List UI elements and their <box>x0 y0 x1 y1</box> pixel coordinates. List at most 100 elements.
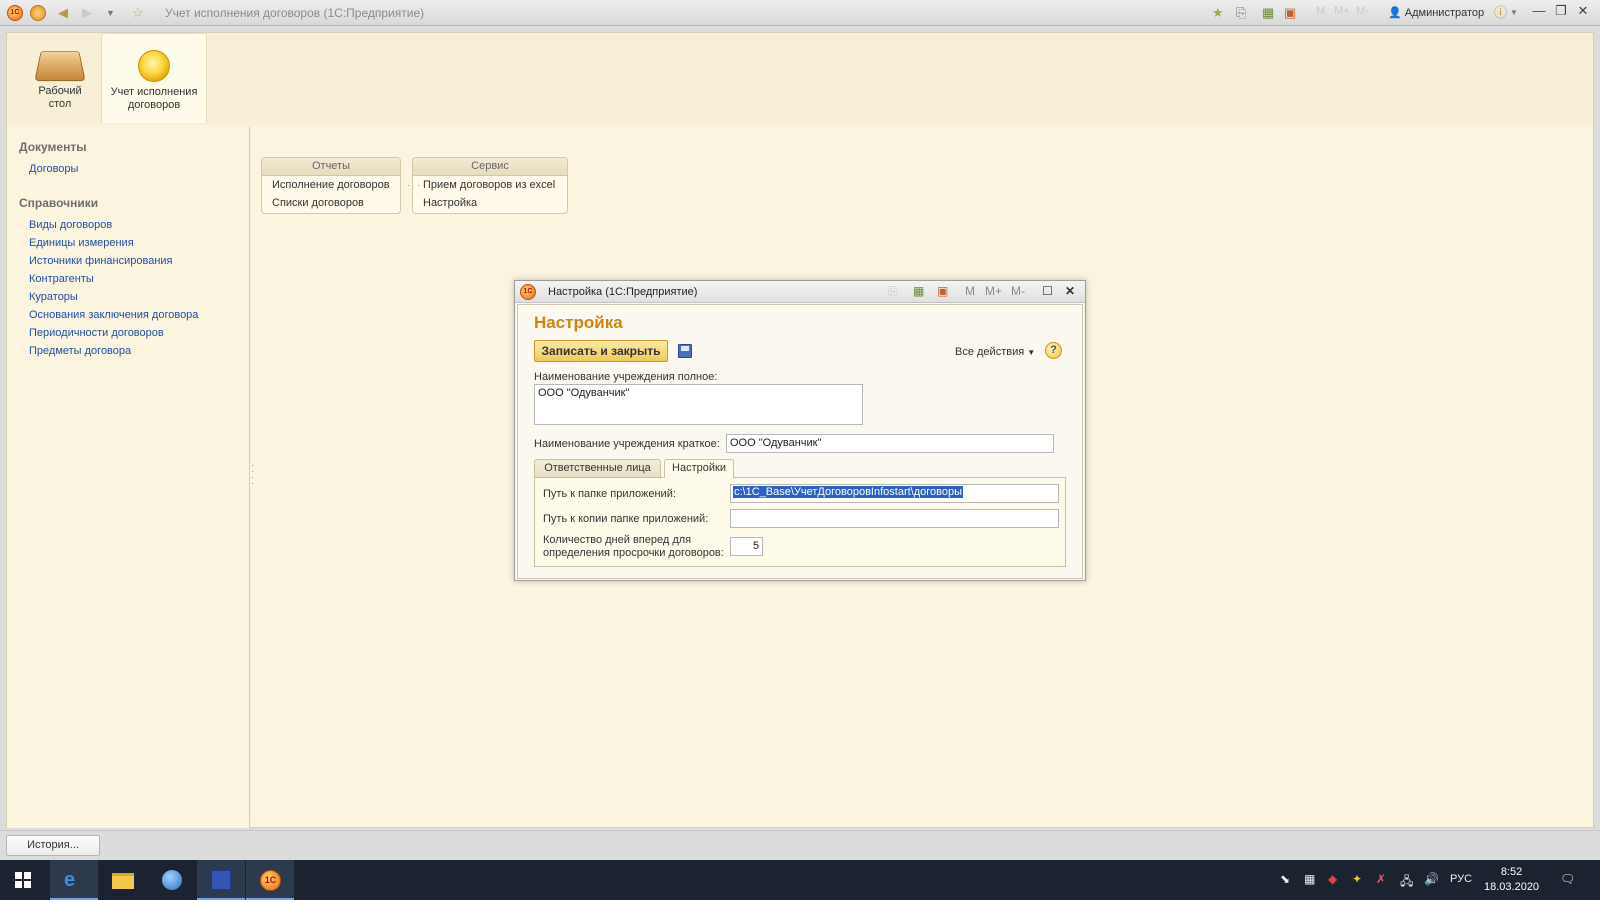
favorites-star-icon[interactable]: ☆ <box>132 4 144 22</box>
clock-date: 18.03.2020 <box>1484 881 1540 893</box>
dialog-memory-mminus-button[interactable]: M- <box>1011 284 1025 298</box>
nav-group-title: Документы <box>19 140 87 154</box>
tab-settings[interactable]: Настройки <box>664 459 734 478</box>
taskbar-1c-icon: 1С <box>260 870 281 891</box>
restore-icon[interactable]: ❐ <box>1552 3 1570 19</box>
folder-icon <box>112 873 134 889</box>
start-button[interactable] <box>0 860 48 900</box>
dialog-memory-m-button[interactable]: M <box>965 284 975 298</box>
add-favorite-icon[interactable]: ★ <box>1212 4 1224 22</box>
current-user[interactable]: 👤 Администратор <box>1388 6 1484 19</box>
dialog-title: Настройка (1С:Предприятие) <box>548 286 698 298</box>
nav-item-counterparties[interactable]: Контрагенты <box>19 270 237 288</box>
splitter-handle[interactable]: · · · <box>407 180 433 191</box>
edge-icon: e <box>64 869 76 891</box>
short-name-label: Наименование учреждения краткое: <box>534 438 720 450</box>
user-icon: 👤 <box>1388 7 1402 19</box>
dialog-link-icon[interactable]: ⎘ <box>888 284 898 299</box>
full-name-field[interactable]: ООО "Одуванчик" <box>534 384 863 425</box>
nav-group-documents: Документы Договоры <box>19 140 237 178</box>
dialog-maximize-icon[interactable]: ☐ <box>1042 284 1053 298</box>
cmd-settings[interactable]: Настройка <box>413 194 567 212</box>
taskbar-app3[interactable] <box>148 860 196 900</box>
volume-icon[interactable]: 🔊 <box>1424 872 1439 886</box>
memory-mminus-button[interactable]: M- <box>1356 5 1369 17</box>
nav-item-contract-types[interactable]: Виды договоров <box>19 216 237 234</box>
language-indicator[interactable]: РУС <box>1450 873 1472 885</box>
1c-logo-icon[interactable]: 1С <box>7 5 23 21</box>
days-label: Количество дней вперед для определения п… <box>543 534 724 560</box>
section-contracts[interactable]: Учет исполнения договоров <box>101 33 207 123</box>
nav-item-periodicities[interactable]: Периодичности договоров <box>19 324 237 342</box>
section-contracts-label: Учет исполнения договоров <box>110 86 198 111</box>
save-disk-icon[interactable] <box>678 344 692 358</box>
network-icon[interactable]: 🖧 <box>1400 872 1413 893</box>
days-label-line-2: определения просрочки договоров: <box>543 547 724 559</box>
all-actions-menu[interactable]: Все действия ▼ <box>955 346 1035 358</box>
calendar-icon[interactable]: ▣ <box>1284 4 1296 22</box>
taskbar-1c[interactable]: 1С <box>246 860 294 900</box>
forward-arrow-icon[interactable]: ▶ <box>82 4 92 22</box>
window-title: Учет исполнения договоров (1С:Предприяти… <box>165 6 425 20</box>
cmd-import-excel[interactable]: Прием договоров из excel <box>413 176 567 194</box>
memory-mplus-button[interactable]: M+ <box>1334 5 1350 17</box>
nav-item-funding-sources[interactable]: Источники финансирования <box>19 252 237 270</box>
tray-app-icon[interactable]: ⬊ <box>1280 872 1290 886</box>
nav-item-curators[interactable]: Кураторы <box>19 288 237 306</box>
contracts-section-icon <box>138 50 170 82</box>
windows-taskbar: e 1С ⬊ ▦ ◆ ✦ ✗ 🖧 🔊 РУС 8:52 18.03.2020 🗨 <box>0 860 1600 900</box>
cmd-contract-execution[interactable]: Исполнение договоров <box>262 176 400 194</box>
main-menu-icon[interactable] <box>30 5 46 21</box>
status-bar: История... <box>0 830 1600 858</box>
tray-grid-icon[interactable]: ▦ <box>1304 872 1315 886</box>
help-icon[interactable]: ? <box>1045 342 1062 359</box>
nav-item-contracts[interactable]: Договоры <box>19 160 237 178</box>
minimize-icon[interactable]: — <box>1530 3 1548 18</box>
floppy-icon <box>211 870 231 890</box>
info-icon[interactable]: ⓘ <box>1494 4 1507 22</box>
cmd-contract-lists[interactable]: Списки договоров <box>262 194 400 212</box>
info-dropdown-icon[interactable]: ▼ <box>1510 4 1518 22</box>
back-arrow-icon[interactable]: ◀ <box>58 4 68 22</box>
full-name-label: Наименование учреждения полное: <box>534 371 718 383</box>
taskbar-save-app[interactable] <box>197 860 245 900</box>
days-ahead-field[interactable]: 5 <box>730 537 763 556</box>
vertical-splitter-handle[interactable]: · · · · <box>251 461 254 489</box>
copy-folder-field[interactable] <box>730 509 1059 528</box>
tab-responsible[interactable]: Ответственные лица <box>534 459 661 477</box>
form-title: Настройка <box>534 313 623 332</box>
close-window-icon[interactable]: ✕ <box>1574 3 1592 19</box>
link-icon[interactable]: ⎘ <box>1236 4 1246 22</box>
nav-item-units[interactable]: Единицы измерения <box>19 234 237 252</box>
chevron-down-icon: ▼ <box>1027 348 1036 357</box>
settings-tab-panel: Путь к папке приложений: c:\1C_Base\Учет… <box>534 477 1066 567</box>
dialog-close-icon[interactable]: ✕ <box>1065 284 1075 298</box>
nav-group-catalogs: Справочники Виды договоров Единицы измер… <box>19 196 237 360</box>
taskbar-explorer[interactable] <box>99 860 147 900</box>
reports-panel-title: Отчеты <box>262 158 400 176</box>
taskbar-edge[interactable]: e <box>50 860 98 900</box>
dialog-calculator-icon[interactable]: ▦ <box>913 284 924 298</box>
user-name: Администратор <box>1404 7 1485 19</box>
windows-logo-icon <box>15 872 31 888</box>
history-dropdown-icon[interactable]: ▼ <box>106 4 115 22</box>
save-and-close-button[interactable]: Записать и закрыть <box>534 340 668 362</box>
tray-red-icon[interactable]: ◆ <box>1328 872 1337 886</box>
dialog-memory-mplus-button[interactable]: M+ <box>985 284 1002 298</box>
tray-security-icon[interactable]: ✦ <box>1352 872 1362 886</box>
calculator-icon[interactable]: ▦ <box>1262 4 1274 22</box>
section-desktop[interactable]: Рабочий стол <box>7 33 113 123</box>
history-button[interactable]: История... <box>6 835 100 856</box>
dialog-calendar-icon[interactable]: ▣ <box>937 284 948 298</box>
short-name-field[interactable]: ООО "Одуванчик" <box>726 434 1054 453</box>
memory-m-button[interactable]: M <box>1316 5 1325 17</box>
desktop-icon <box>34 51 86 82</box>
nav-item-conclusion-grounds[interactable]: Основания заключения договора <box>19 306 237 324</box>
nav-item-subjects[interactable]: Предметы договора <box>19 342 237 360</box>
all-actions-label: Все действия <box>955 346 1025 358</box>
notifications-icon[interactable]: 🗨 <box>1560 872 1575 886</box>
app-folder-value: c:\1C_Base\УчетДоговоровInfostart\догово… <box>733 486 964 498</box>
tray-tool-icon[interactable]: ✗ <box>1376 872 1386 886</box>
app-folder-field[interactable]: c:\1C_Base\УчетДоговоровInfostart\догово… <box>730 484 1059 503</box>
clock[interactable]: 8:52 18.03.2020 <box>1484 865 1539 895</box>
